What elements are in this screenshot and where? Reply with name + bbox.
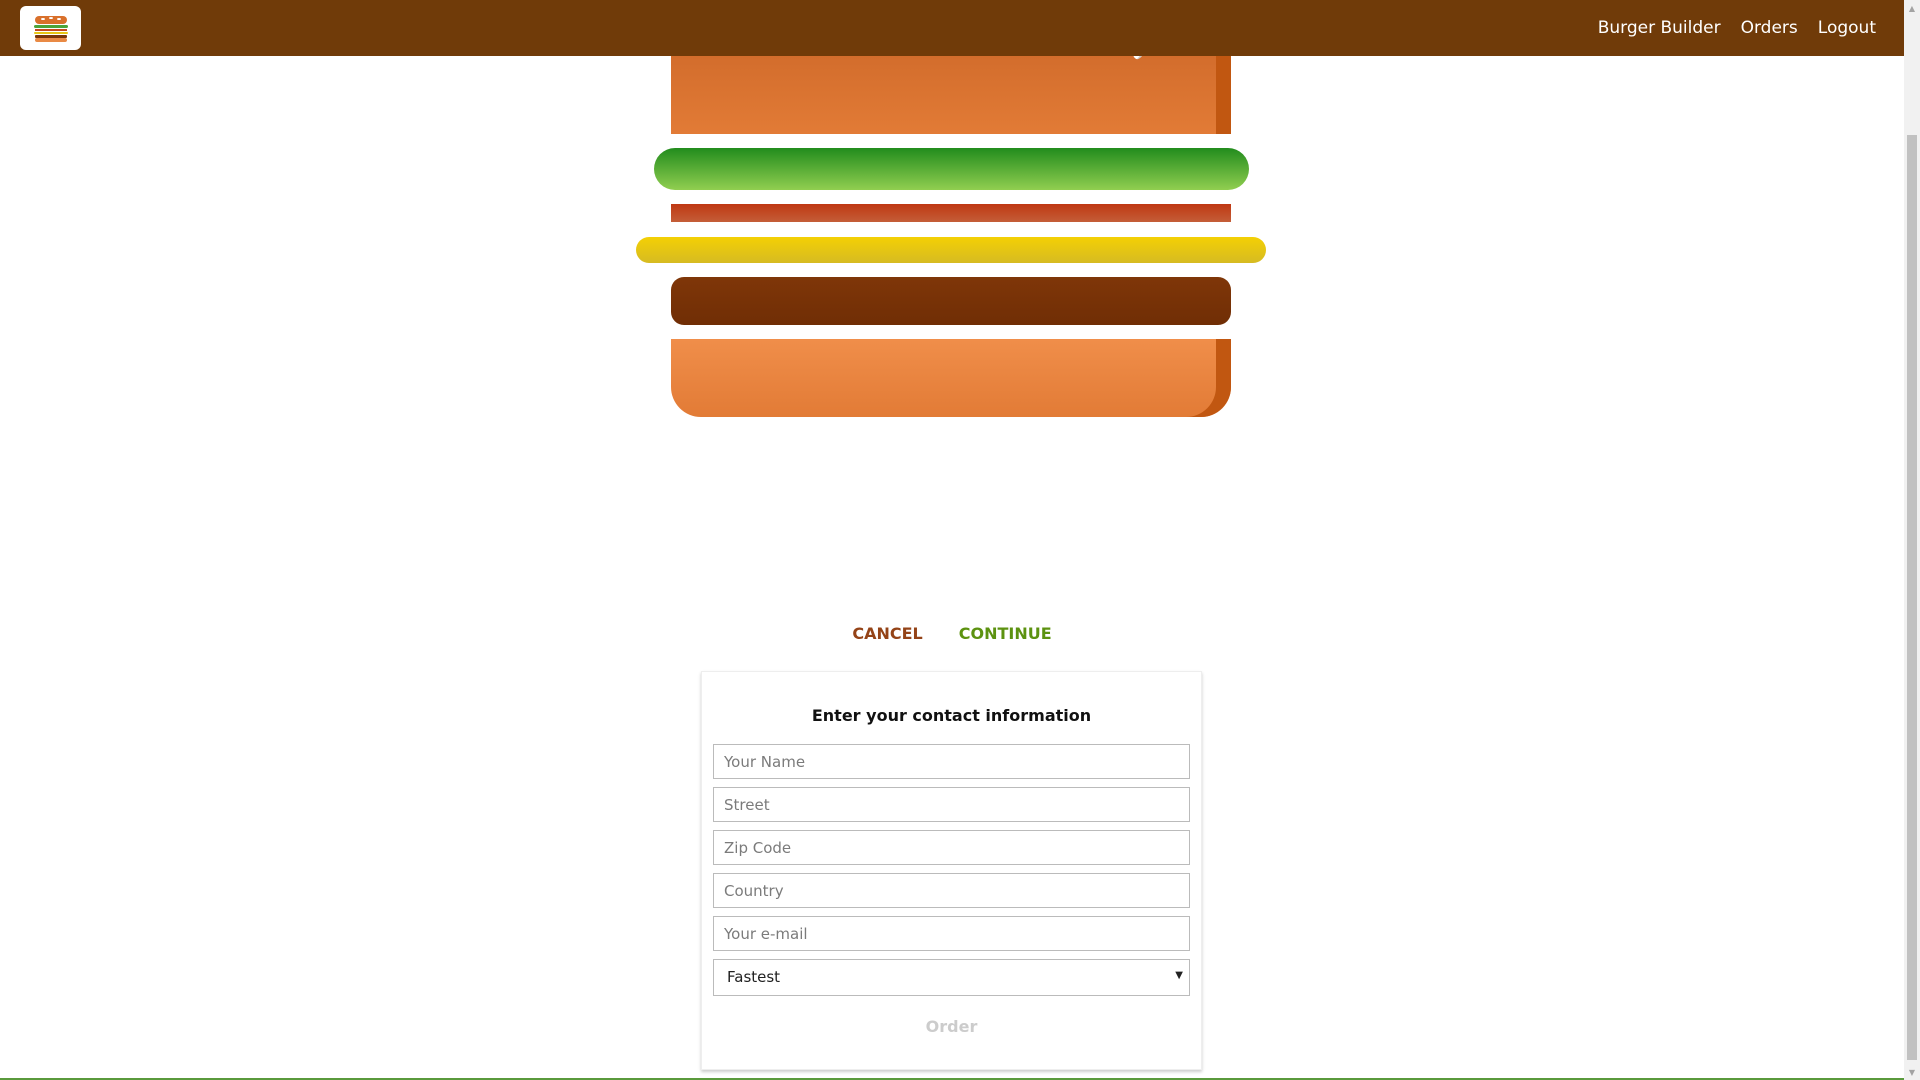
continue-button[interactable]: CONTINUE xyxy=(941,618,1070,649)
toolbar: Burger Builder Orders Logout xyxy=(0,0,1904,56)
nav-link-burger-builder[interactable]: Burger Builder xyxy=(1598,18,1721,38)
vertical-scrollbar[interactable]: ▲ ▼ xyxy=(1904,0,1920,1080)
caret-down-icon: ▼ xyxy=(1175,970,1183,981)
bacon-layer xyxy=(671,204,1231,222)
cancel-button[interactable]: CANCEL xyxy=(834,618,940,649)
scroll-up-arrow-icon[interactable]: ▲ xyxy=(1904,0,1920,16)
meat-layer xyxy=(671,277,1231,325)
street-input[interactable] xyxy=(713,787,1190,822)
bread-bottom xyxy=(671,339,1231,417)
burger-preview xyxy=(0,0,1904,430)
burger-icon xyxy=(33,16,68,42)
email-input[interactable] xyxy=(713,916,1190,951)
zip-code-input[interactable] xyxy=(713,830,1190,865)
burger-logo-icon[interactable] xyxy=(20,6,81,50)
contact-form-title: Enter your contact information xyxy=(811,706,1092,725)
nav-link-logout[interactable]: Logout xyxy=(1818,18,1876,38)
contact-data-card: Enter your contact information Fastest ▼… xyxy=(701,671,1202,1070)
cheese-layer xyxy=(636,237,1266,263)
scrollbar-thumb[interactable] xyxy=(1907,135,1917,1060)
order-button[interactable]: Order xyxy=(920,1016,984,1037)
name-input[interactable] xyxy=(713,744,1190,779)
country-input[interactable] xyxy=(713,873,1190,908)
scroll-down-arrow-icon[interactable]: ▼ xyxy=(1904,1064,1920,1080)
delivery-method-select[interactable]: Fastest ▼ xyxy=(713,959,1190,996)
salad-layer xyxy=(654,148,1249,190)
nav-link-orders[interactable]: Orders xyxy=(1741,18,1798,38)
checkout-actions: CANCEL CONTINUE xyxy=(0,618,1904,649)
main-nav: Burger Builder Orders Logout xyxy=(1578,18,1876,38)
delivery-method-value: Fastest xyxy=(727,968,781,986)
